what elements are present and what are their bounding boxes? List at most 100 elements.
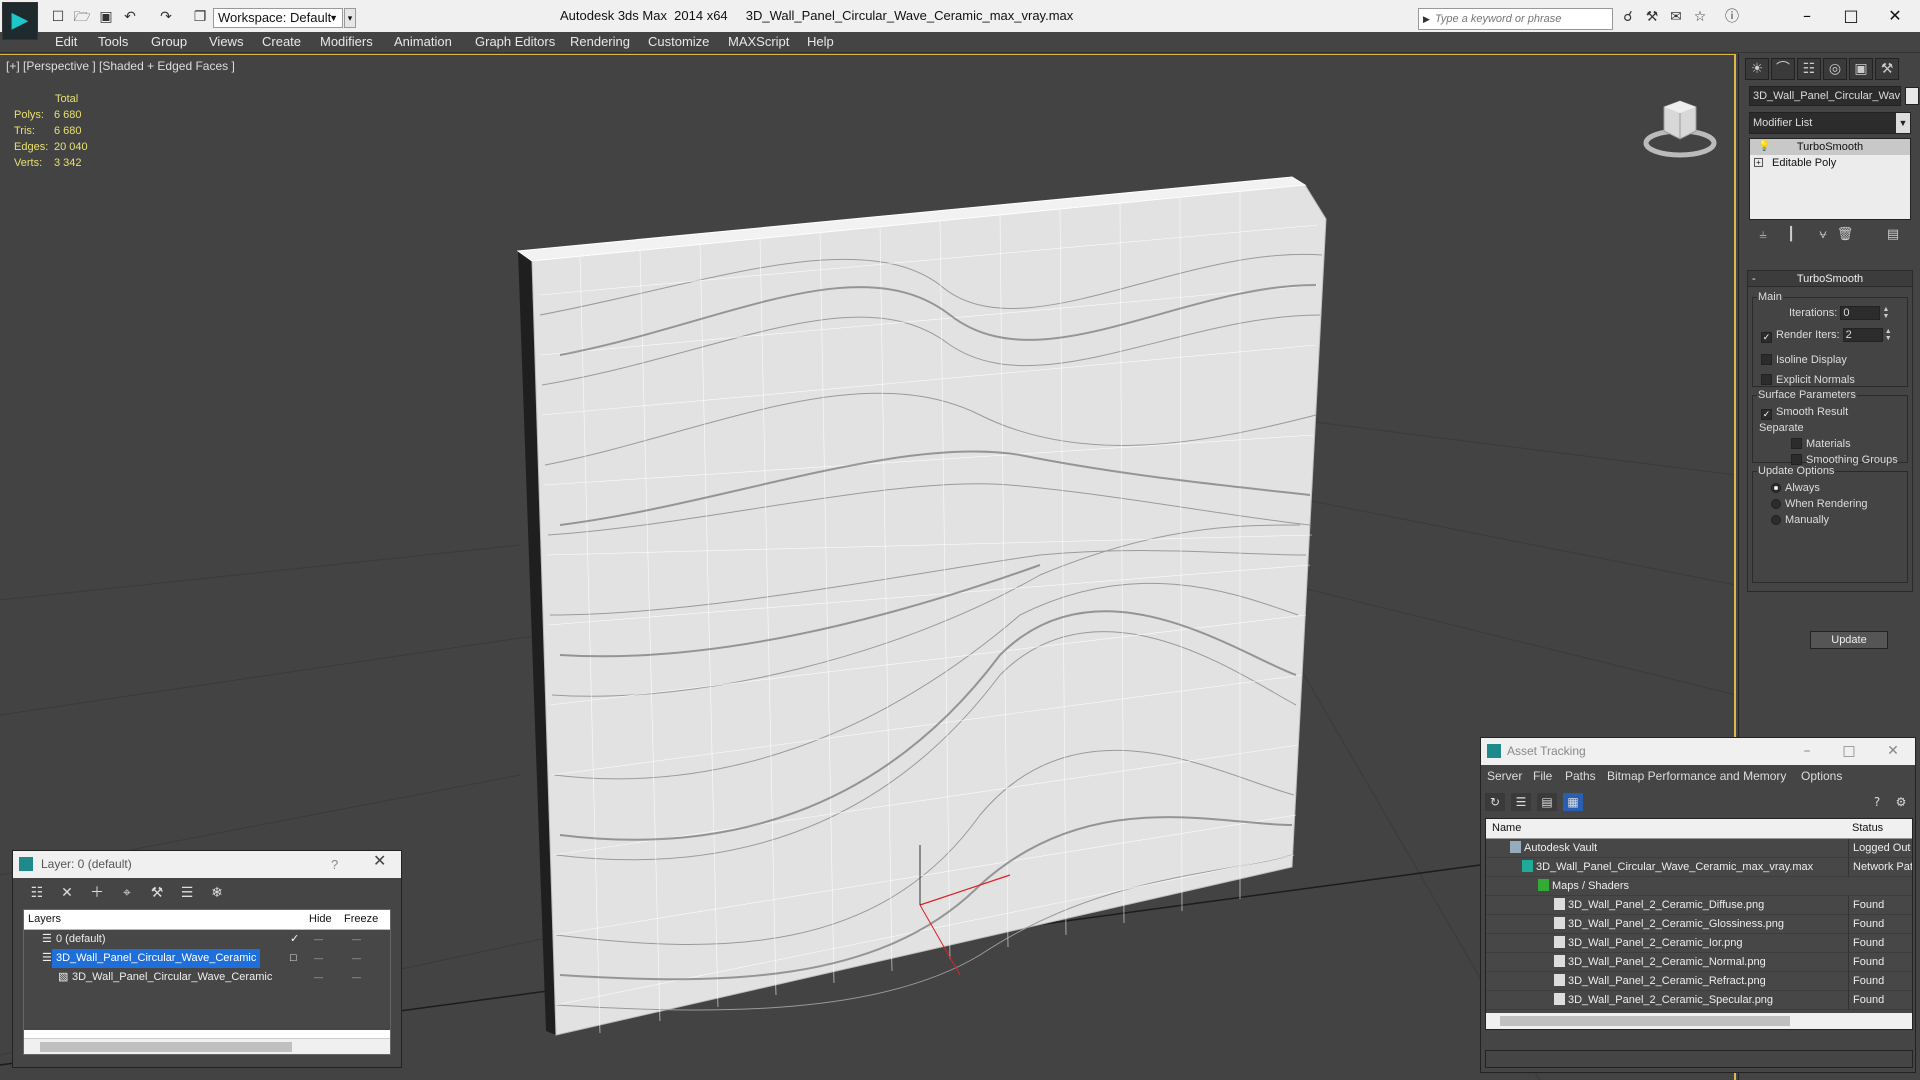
- search-input[interactable]: ▶ Type a keyword or phrase: [1418, 8, 1613, 30]
- update-button[interactable]: Update: [1810, 631, 1888, 649]
- asset-window-titlebar[interactable]: Asset Tracking – □ ✕: [1481, 738, 1915, 765]
- asset-row[interactable]: 3D_Wall_Panel_2_Ceramic_Refract.png Found: [1486, 972, 1912, 991]
- subscription-icon[interactable]: ⚒: [1642, 8, 1662, 26]
- configure-sets-icon[interactable]: ▤: [1883, 226, 1903, 244]
- minimize-button[interactable]: –: [1787, 738, 1827, 765]
- utilities-tab-icon[interactable]: ⚒: [1875, 58, 1899, 80]
- delete-layer-icon[interactable]: ✕: [57, 883, 77, 903]
- hide-toggle[interactable]: —: [314, 968, 323, 987]
- help-button[interactable]: ?: [331, 851, 338, 878]
- col-status[interactable]: Status: [1852, 822, 1883, 834]
- motion-tab-icon[interactable]: ◎: [1823, 58, 1847, 80]
- freeze-toggle[interactable]: —: [352, 949, 361, 968]
- asset-row[interactable]: 3D_Wall_Panel_2_Ceramic_Specular.png Foun…: [1486, 991, 1912, 1010]
- when-rendering-radio[interactable]: [1771, 499, 1781, 509]
- scroll-thumb[interactable]: [40, 1042, 292, 1052]
- new-icon[interactable]: ☐: [48, 8, 68, 26]
- isoline-row[interactable]: Isoline Display: [1761, 354, 1847, 366]
- col-name[interactable]: Name: [1492, 822, 1521, 834]
- manually-radio[interactable]: [1771, 515, 1781, 525]
- materials-checkbox[interactable]: [1791, 438, 1802, 449]
- app-menu-button[interactable]: ▶: [2, 2, 38, 40]
- select-objects-icon[interactable]: ⌖: [117, 883, 137, 903]
- make-unique-icon[interactable]: ⩝: [1813, 226, 1833, 244]
- close-icon[interactable]: ✕: [373, 851, 386, 870]
- hide-toggle[interactable]: —: [314, 949, 323, 968]
- refresh-icon[interactable]: ↻: [1485, 793, 1505, 811]
- asset-row[interactable]: 3D_Wall_Panel_2_Ceramic_Normal.png Found: [1486, 953, 1912, 972]
- hide-toggle[interactable]: —: [314, 930, 323, 949]
- asset-row[interactable]: Maps / Shaders: [1486, 877, 1912, 896]
- menu-create[interactable]: Create: [262, 34, 301, 49]
- detail-view-icon[interactable]: ▤: [1537, 793, 1557, 811]
- maximize-button[interactable]: □: [1828, 4, 1874, 28]
- col-layers[interactable]: Layers: [28, 913, 61, 925]
- binoculars-icon[interactable]: ☌: [1618, 8, 1638, 26]
- help-icon[interactable]: ?: [1867, 793, 1887, 811]
- explicit-normals-row[interactable]: Explicit Normals: [1761, 374, 1855, 386]
- asset-row[interactable]: 3D_Wall_Panel_2_Ceramic_Diffuse.png Found: [1486, 896, 1912, 915]
- menu-rendering[interactable]: Rendering: [570, 34, 630, 49]
- create-tab-icon[interactable]: ☀: [1745, 58, 1769, 80]
- menu-file[interactable]: File: [1533, 769, 1552, 783]
- pin-stack-icon[interactable]: ⫨: [1753, 226, 1773, 244]
- display-tab-icon[interactable]: ▣: [1849, 58, 1873, 80]
- menu-server[interactable]: Server: [1487, 769, 1522, 783]
- menu-group[interactable]: Group: [151, 34, 187, 49]
- menu-options[interactable]: Options: [1801, 769, 1842, 783]
- col-hide[interactable]: Hide: [309, 913, 332, 925]
- isoline-checkbox[interactable]: [1761, 354, 1772, 365]
- materials-row[interactable]: Materials: [1791, 438, 1851, 450]
- always-radio[interactable]: [1771, 483, 1781, 493]
- layer-object-row[interactable]: ▧ 3D_Wall_Panel_Circular_Wave_Ceramic — …: [24, 968, 390, 987]
- layer-row[interactable]: ☰ 0 (default) ✓ — —: [24, 930, 390, 949]
- viewport-label[interactable]: [+] [Perspective ] [Shaded + Edged Faces…: [6, 59, 235, 73]
- menu-paths[interactable]: Paths: [1565, 769, 1596, 783]
- menu-help[interactable]: Help: [807, 34, 834, 49]
- manually-radio-row[interactable]: Manually: [1771, 514, 1829, 526]
- render-iters-checkbox[interactable]: ✓: [1761, 331, 1772, 343]
- freeze-toggle[interactable]: —: [352, 930, 361, 949]
- menu-edit[interactable]: Edit: [55, 34, 77, 49]
- explicit-normals-checkbox[interactable]: [1761, 374, 1772, 385]
- asset-row[interactable]: 3D_Wall_Panel_Circular_Wave_Ceramic_max_…: [1486, 858, 1912, 877]
- workspace-dropdown-button[interactable]: ▾: [344, 8, 356, 28]
- always-radio-row[interactable]: Always: [1771, 482, 1820, 494]
- communication-icon[interactable]: ✉: [1666, 8, 1686, 26]
- current-layer-box-icon[interactable]: □: [290, 949, 297, 968]
- workspace-select[interactable]: Workspace: Default ▼: [213, 8, 343, 28]
- iterations-spinner[interactable]: 0 ▲ ▼: [1840, 306, 1889, 320]
- search-expand-icon[interactable]: ▶: [1423, 9, 1430, 29]
- close-icon[interactable]: ✕: [1873, 738, 1913, 765]
- modify-tab-icon[interactable]: ⌒: [1771, 58, 1795, 80]
- object-name-field[interactable]: 3D_Wall_Panel_Circular_Wav: [1749, 86, 1901, 106]
- modifier-list-dropdown[interactable]: Modifier List ▼: [1749, 112, 1911, 134]
- menu-customize[interactable]: Customize: [648, 34, 709, 49]
- settings-icon[interactable]: ⚙: [1891, 793, 1911, 811]
- hierarchy-tab-icon[interactable]: ☷: [1797, 58, 1821, 80]
- freeze-toggle[interactable]: —: [352, 968, 361, 987]
- menu-tools[interactable]: Tools: [98, 34, 128, 49]
- freeze-all-icon[interactable]: ❄: [207, 883, 227, 903]
- asset-row[interactable]: 3D_Wall_Panel_2_Ceramic_Ior.png Found: [1486, 934, 1912, 953]
- menu-modifiers[interactable]: Modifiers: [320, 34, 373, 49]
- favorites-star-icon[interactable]: ☆: [1690, 8, 1710, 26]
- layer-window-titlebar[interactable]: Layer: 0 (default) ? ✕: [13, 851, 401, 878]
- menu-bitmap-performance[interactable]: Bitmap Performance and Memory: [1607, 769, 1786, 783]
- layer-row[interactable]: ☰ 3D_Wall_Panel_Circular_Wave_Ceramic □ …: [24, 949, 390, 968]
- minimize-button[interactable]: –: [1784, 4, 1830, 28]
- help-icon[interactable]: ⓘ: [1722, 8, 1742, 26]
- asset-row[interactable]: 3D_Wall_Panel_2_Ceramic_Glossiness.png Fo…: [1486, 915, 1912, 934]
- highlight-selected-icon[interactable]: ⚒: [147, 883, 167, 903]
- close-button[interactable]: ✕: [1872, 4, 1918, 28]
- redo-icon[interactable]: ↷: [156, 8, 176, 26]
- menu-graph-editors[interactable]: Graph Editors: [475, 34, 555, 49]
- menu-views[interactable]: Views: [209, 34, 243, 49]
- object-color-swatch[interactable]: [1905, 87, 1919, 105]
- maximize-button[interactable]: □: [1829, 738, 1869, 765]
- table-view-icon[interactable]: ▦: [1563, 793, 1583, 811]
- menu-animation[interactable]: Animation: [394, 34, 452, 49]
- menu-maxscript[interactable]: MAXScript: [728, 34, 789, 49]
- stack-item-editable-poly[interactable]: + Editable Poly: [1750, 155, 1910, 171]
- undo-icon[interactable]: ↶: [120, 8, 140, 26]
